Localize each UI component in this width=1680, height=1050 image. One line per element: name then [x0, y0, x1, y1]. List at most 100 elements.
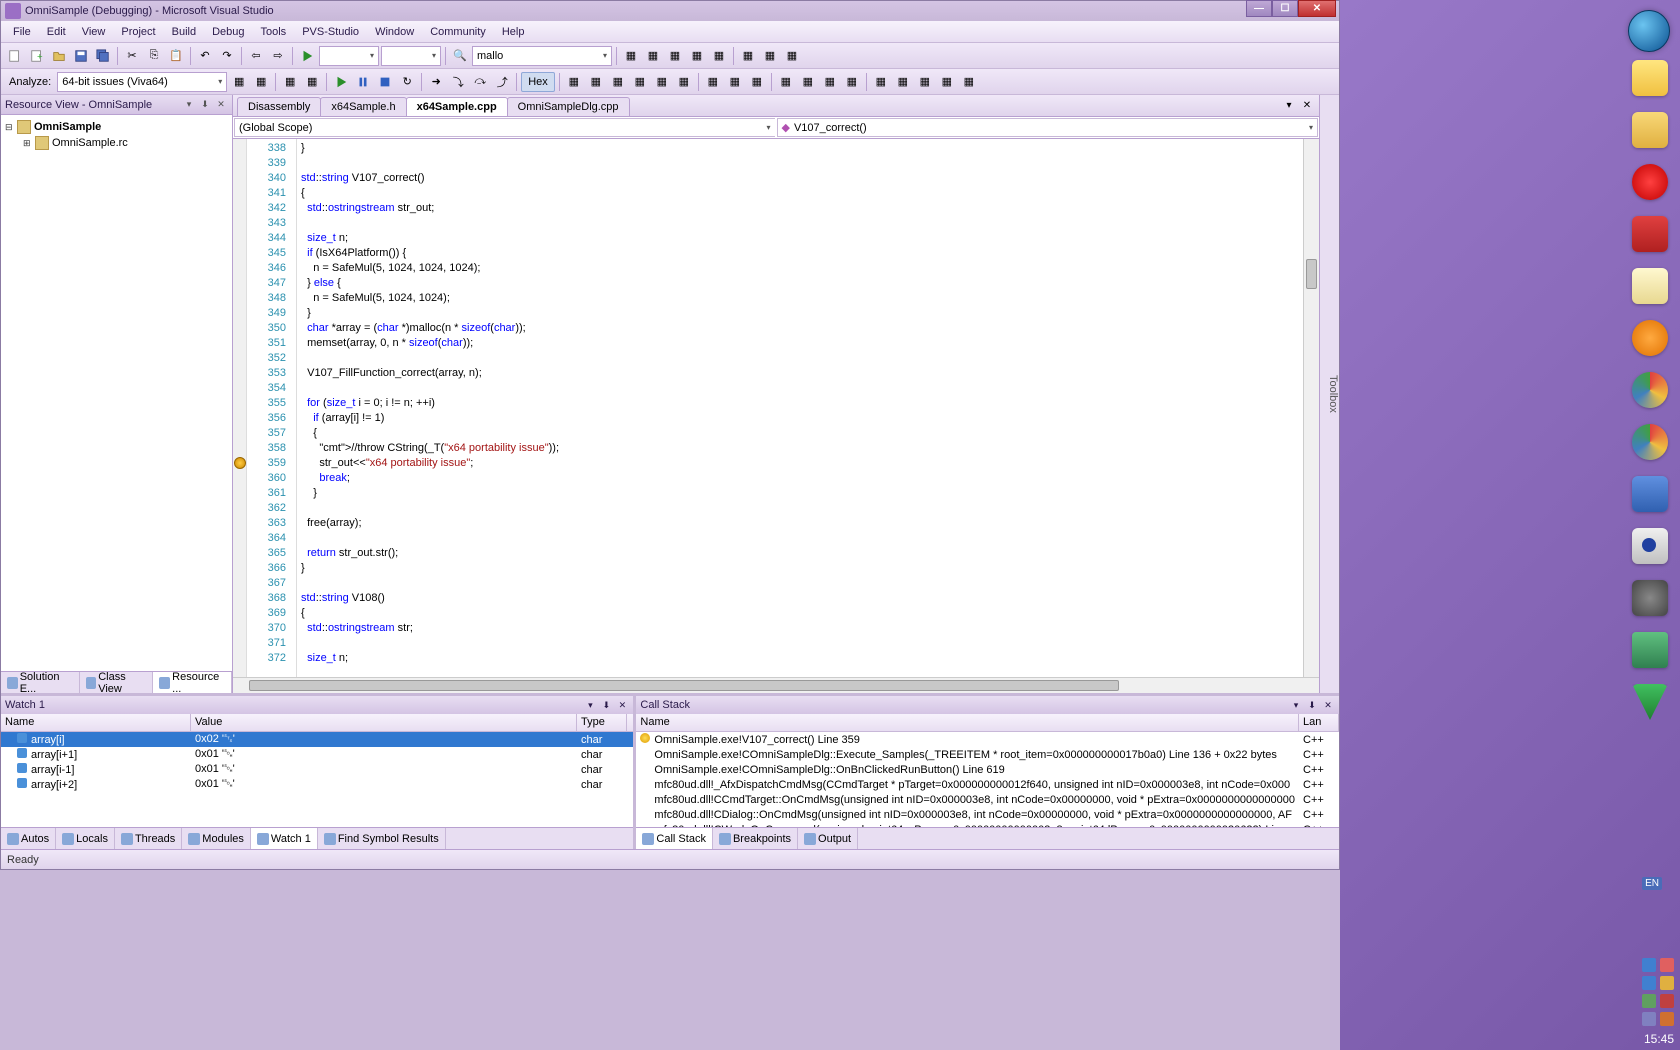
tab-disassembly[interactable]: Disassembly: [237, 97, 321, 116]
pause-icon[interactable]: [353, 72, 373, 92]
menu-help[interactable]: Help: [494, 24, 533, 40]
menu-community[interactable]: Community: [422, 24, 494, 40]
tab-locals[interactable]: Locals: [56, 828, 115, 849]
start-debug-icon[interactable]: [297, 46, 317, 66]
scrollbar-thumb[interactable]: [1306, 259, 1317, 289]
camera-icon[interactable]: [1632, 528, 1668, 564]
toolbox-tab[interactable]: Toolbox: [1319, 95, 1339, 693]
watch-rows[interactable]: array[i]0x02 '␂'chararray[i+1]0x01 '␁'ch…: [1, 732, 633, 827]
horizontal-scrollbar[interactable]: [233, 677, 1319, 693]
menu-build[interactable]: Build: [164, 24, 204, 40]
sticky-note-icon[interactable]: [1632, 60, 1668, 96]
show-next-stmt-icon[interactable]: ➜: [426, 72, 446, 92]
ed-f-icon[interactable]: ▦: [674, 72, 694, 92]
watch-col-name[interactable]: Name: [1, 714, 191, 731]
callstack-col-name[interactable]: Name: [636, 714, 1299, 731]
analyze-combo[interactable]: 64-bit issues (Viva64)▾: [57, 72, 227, 92]
panel-close-icon[interactable]: ✕: [1321, 698, 1335, 712]
tray-icon-1[interactable]: [1642, 958, 1656, 972]
callstack-row[interactable]: mfc80ud.dll!CDialog::OnCmdMsg(unsigned i…: [636, 807, 1339, 822]
tb8-icon[interactable]: ▦: [782, 46, 802, 66]
tab-output[interactable]: Output: [798, 828, 858, 849]
nav-back-icon[interactable]: ⇦: [246, 46, 266, 66]
callstack-header[interactable]: Call Stack ▾ ⬇ ✕: [636, 696, 1339, 714]
watch-col-value[interactable]: Value: [191, 714, 577, 731]
solution-config-combo[interactable]: ▾: [319, 46, 379, 66]
ed-g-icon[interactable]: ▦: [703, 72, 723, 92]
taskbar-clock[interactable]: 15:45: [1644, 1032, 1674, 1046]
tray-icon-8[interactable]: [1660, 1012, 1674, 1026]
watch-header[interactable]: Watch 1 ▾ ⬇ ✕: [1, 696, 633, 714]
save-all-icon[interactable]: [93, 46, 113, 66]
ed-e-icon[interactable]: ▦: [652, 72, 672, 92]
tree-root[interactable]: ⊟ OmniSample: [5, 119, 228, 135]
app-green-icon[interactable]: [1632, 684, 1668, 720]
find-combo[interactable]: mallo▾: [472, 46, 612, 66]
ed-o-icon[interactable]: ▦: [893, 72, 913, 92]
ed-q-icon[interactable]: ▦: [937, 72, 957, 92]
ed-c-icon[interactable]: ▦: [608, 72, 628, 92]
maximize-button[interactable]: ☐: [1272, 0, 1298, 17]
tb2-icon[interactable]: ▦: [643, 46, 663, 66]
tab-close-icon[interactable]: ✕: [1299, 97, 1315, 113]
menu-debug[interactable]: Debug: [204, 24, 252, 40]
analyze-run-icon[interactable]: ▦: [229, 72, 249, 92]
watch-row[interactable]: array[i]0x02 '␂'char: [1, 732, 633, 747]
callstack-row[interactable]: mfc80ud.dll!CCmdTarget::OnCmdMsg(unsigne…: [636, 792, 1339, 807]
settings-icon[interactable]: [1632, 580, 1668, 616]
scope-combo-right[interactable]: ◆V107_correct()▾: [777, 118, 1319, 137]
tab-solution-explorer[interactable]: Solution E...: [1, 672, 80, 693]
desktop[interactable]: EN 15:45: [1340, 0, 1680, 1050]
find-in-files-icon[interactable]: 🔍: [450, 46, 470, 66]
menu-tools[interactable]: Tools: [253, 24, 295, 40]
tb7-icon[interactable]: ▦: [760, 46, 780, 66]
new-project-icon[interactable]: [5, 46, 25, 66]
tab-modules[interactable]: Modules: [182, 828, 251, 849]
notepad-icon[interactable]: [1632, 268, 1668, 304]
callstack-col-lang[interactable]: Lan: [1299, 714, 1339, 731]
step-into-icon[interactable]: ⤵: [448, 72, 468, 92]
opera-icon[interactable]: [1632, 164, 1668, 200]
tb5-icon[interactable]: ▦: [709, 46, 729, 66]
tab-omnisampledlg-cpp[interactable]: OmniSampleDlg.cpp: [507, 97, 630, 116]
tb4-icon[interactable]: ▦: [687, 46, 707, 66]
title-bar[interactable]: OmniSample (Debugging) - Microsoft Visua…: [1, 1, 1339, 21]
tab-autos[interactable]: Autos: [1, 828, 56, 849]
ed-m-icon[interactable]: ▦: [842, 72, 862, 92]
panel-pin-icon[interactable]: ⬇: [1305, 698, 1319, 712]
redo-icon[interactable]: ↷: [217, 46, 237, 66]
minimize-button[interactable]: —: [1246, 0, 1272, 17]
folder-icon[interactable]: [1632, 112, 1668, 148]
hex-button[interactable]: Hex: [521, 72, 555, 92]
panel-dropdown-icon[interactable]: ▾: [182, 98, 196, 112]
callstack-row[interactable]: mfc80ud.dll!_AfxDispatchCmdMsg(CCmdTarge…: [636, 777, 1339, 792]
menu-window[interactable]: Window: [367, 24, 422, 40]
menu-project[interactable]: Project: [113, 24, 163, 40]
ed-k-icon[interactable]: ▦: [798, 72, 818, 92]
ed-r-icon[interactable]: ▦: [959, 72, 979, 92]
ed-p-icon[interactable]: ▦: [915, 72, 935, 92]
tray-icon-4[interactable]: [1660, 976, 1674, 990]
tab-resource-view[interactable]: Resource ...: [153, 672, 232, 693]
dbg-b-icon[interactable]: ▦: [302, 72, 322, 92]
ed-d-icon[interactable]: ▦: [630, 72, 650, 92]
breakpoint-margin[interactable]: [233, 139, 247, 677]
save-icon[interactable]: [71, 46, 91, 66]
continue-icon[interactable]: [331, 72, 351, 92]
paste-icon[interactable]: 📋: [166, 46, 186, 66]
panel-pin-icon[interactable]: ⬇: [599, 698, 613, 712]
tb3-icon[interactable]: ▦: [665, 46, 685, 66]
tree-expand-icon[interactable]: ⊞: [23, 138, 35, 149]
stop-debug-icon[interactable]: [375, 72, 395, 92]
tab-find-symbol[interactable]: Find Symbol Results: [318, 828, 446, 849]
step-out-icon[interactable]: ⤴: [492, 72, 512, 92]
tab-class-view[interactable]: Class View: [80, 672, 154, 693]
add-item-icon[interactable]: +: [27, 46, 47, 66]
chip-icon[interactable]: [1632, 632, 1668, 668]
watch-row[interactable]: array[i+1]0x01 '␁'char: [1, 747, 633, 762]
ed-b-icon[interactable]: ▦: [586, 72, 606, 92]
app-red-icon[interactable]: [1632, 216, 1668, 252]
watch-col-type[interactable]: Type: [577, 714, 627, 731]
menu-edit[interactable]: Edit: [39, 24, 74, 40]
tray-icon-3[interactable]: [1642, 976, 1656, 990]
